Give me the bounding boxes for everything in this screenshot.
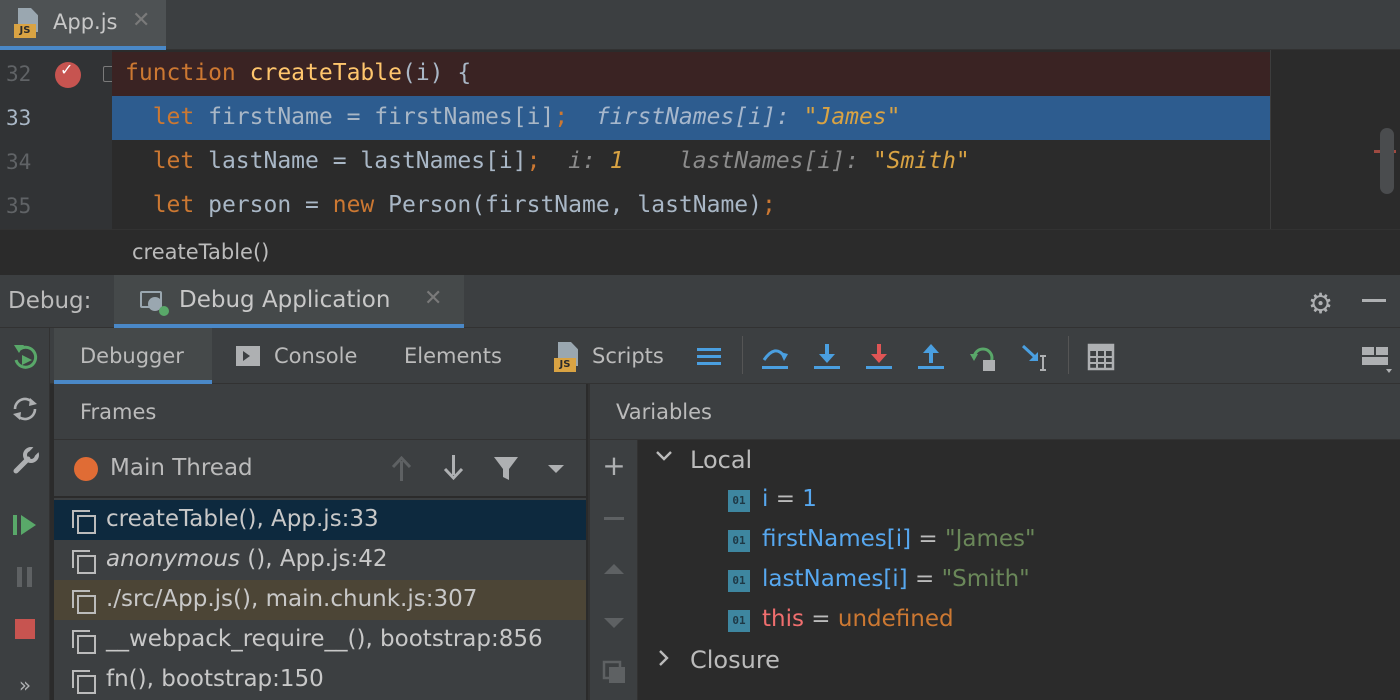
rerun-icon[interactable] [8,340,42,374]
tab-console[interactable]: Console [236,328,372,384]
copy-icon[interactable] [598,656,630,688]
frames-header: Frames [54,384,586,440]
breakpoint-icon[interactable]: ✓ [55,60,81,88]
move-down-icon[interactable] [598,606,630,638]
primitive-value-icon: 01 [728,490,750,512]
right-margin-guide [1270,50,1271,229]
line-number-32: 32 [6,62,32,86]
primitive-value-icon: 01 [728,530,750,552]
move-up-icon[interactable] [598,554,630,586]
arrow-up-icon[interactable] [386,451,418,485]
frames-panel: Frames Main Thread createTable(), App.js… [54,384,586,700]
step-over-icon[interactable] [758,340,792,374]
breadcrumb-item[interactable]: createTable() [132,240,269,264]
variables-header: Variables [590,384,1400,440]
primitive-value-icon: 01 [728,570,750,592]
stack-frame-icon [72,550,96,574]
arrow-down-icon[interactable] [438,451,470,485]
thread-selector[interactable]: Main Thread [54,440,586,498]
frame-item[interactable]: anonymous (), App.js:42 [54,540,586,580]
show-execution-point-icon[interactable] [692,340,726,374]
stack-frame-icon [72,510,96,534]
code-line-34[interactable]: let lastName = lastNames[i]; i: 1 lastNa… [112,140,1270,184]
session-tab-label: Debug Application [179,287,391,313]
editor-gutter[interactable]: 32 33 34 35 ✓ [0,50,117,229]
debug-left-toolbar: » [0,328,50,700]
add-watch-icon[interactable]: + [598,450,630,482]
run-to-cursor-icon[interactable] [1018,340,1052,374]
chevron-down-icon[interactable] [654,446,674,471]
stack-frame-icon [72,630,96,654]
chevron-right-icon[interactable] [654,648,674,673]
editor-scrollbar[interactable] [1380,128,1394,194]
step-out-icon[interactable] [914,340,948,374]
tab-elements[interactable]: Elements [404,328,514,384]
inline-value-label: firstNames[i]: [595,104,804,130]
code-line-33-current[interactable]: let firstName = firstNames[i]; firstName… [112,96,1270,140]
frame-item[interactable]: __webpack_require__(), bootstrap:856 [54,620,586,660]
variables-panel: Variables + Local 01 i = 1 01 firstNames… [588,384,1400,700]
restart-frame-icon[interactable] [966,340,1000,374]
stack-frame-icon [72,670,96,694]
tab-app-js[interactable]: JS App.js ✕ [0,0,166,50]
evaluate-expression-icon[interactable] [1084,340,1118,374]
tab-debugger[interactable]: Debugger [54,328,212,384]
debug-session-icon [140,287,169,316]
primitive-value-icon: 01 [728,610,750,632]
close-session-icon[interactable]: ✕ [424,286,442,311]
js-file-icon: JS [14,8,42,38]
pause-icon[interactable] [8,560,42,594]
chevron-double-right-icon[interactable]: » [8,668,42,700]
breadcrumb: createTable() [0,229,1400,275]
line-number-35: 35 [6,194,32,218]
close-tab-icon[interactable]: ✕ [132,8,150,33]
debug-window-title: Debug: [8,288,92,314]
js-file-icon: JS [554,342,582,372]
chevron-down-icon[interactable] [540,451,572,485]
debug-tool-window-header: Debug: Debug Application ✕ ⚙ [0,275,1400,328]
line-number-34: 34 [6,150,32,174]
code-line-35[interactable]: let person = new Person(firstName, lastN… [112,184,1270,228]
inline-value: "James" [803,104,901,130]
frame-item[interactable]: createTable(), App.js:33 [54,500,586,540]
tab-debug-application[interactable]: Debug Application ✕ [114,275,464,328]
thread-name: Main Thread [110,455,253,481]
resume-icon[interactable] [8,508,42,542]
debugger-tab-strip: Debugger Console Elements JS Scripts [50,328,1400,384]
scope-local[interactable]: Local [690,446,752,474]
wrench-icon[interactable] [8,444,42,478]
line-number-33: 33 [6,106,32,130]
stack-frame-icon [72,590,96,614]
force-step-into-icon[interactable] [862,340,896,374]
thread-status-icon [74,457,98,481]
remove-watch-icon[interactable] [598,502,630,534]
console-icon [236,346,260,366]
stop-icon[interactable] [8,612,42,646]
scope-closure[interactable]: Closure [690,646,780,674]
gear-icon[interactable]: ⚙ [1308,287,1333,320]
minimize-icon[interactable] [1362,299,1386,302]
editor-tab-strip: JS App.js ✕ [0,0,1400,50]
code-line-32[interactable]: function createTable(i) { [112,52,1270,96]
filter-icon[interactable] [490,451,522,485]
sync-icon[interactable] [8,392,42,426]
variables-toolbar: + [590,440,638,700]
tab-label: App.js [53,10,118,34]
frame-item[interactable]: ./src/App.js(), main.chunk.js:307 [54,580,586,620]
step-into-icon[interactable] [810,340,844,374]
tab-scripts[interactable]: JS Scripts [552,328,682,384]
frame-item[interactable]: fn(), bootstrap:150 [54,660,586,700]
code-editor[interactable]: 32 33 34 35 ✓ function createTable(i) { … [0,50,1400,229]
layout-options-icon[interactable] [1358,340,1392,374]
